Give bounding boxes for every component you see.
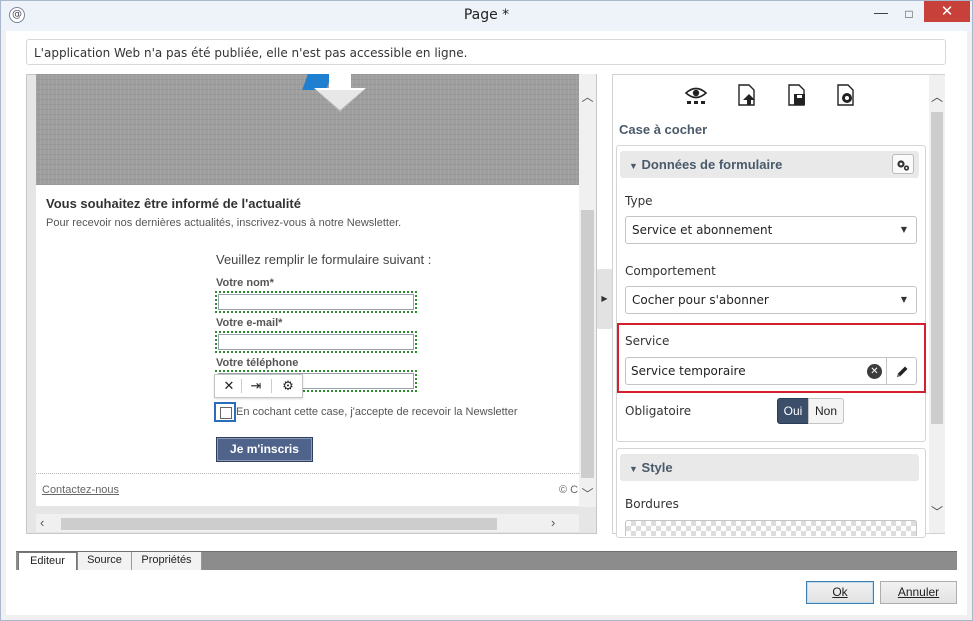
phone-label: Votre téléphone — [216, 357, 299, 369]
type-label: Type — [625, 194, 653, 208]
behavior-select[interactable]: Cocher pour s'abonner ▼ — [625, 286, 917, 314]
type-select[interactable]: Service et abonnement ▼ — [625, 216, 917, 244]
maximize-button[interactable]: □ — [896, 4, 922, 24]
footer-divider — [36, 473, 579, 474]
element-toolbar: ✕ ⇥ ⚙ — [214, 374, 303, 398]
mandatory-yes-toggle[interactable]: Oui — [777, 398, 809, 424]
tab-editor[interactable]: Editeur — [18, 552, 77, 570]
copyright-text: © C — [559, 484, 579, 496]
style-heading: Style — [641, 460, 673, 475]
email-label: Votre e-mail* — [216, 317, 283, 329]
toolbar-separator — [241, 379, 242, 393]
upload-page-icon[interactable] — [735, 83, 759, 107]
borders-color-field[interactable] — [625, 520, 917, 536]
form-data-section-header[interactable]: ▼ Données de formulaire — [620, 151, 919, 178]
name-input[interactable] — [215, 291, 417, 313]
form-title: Veuillez remplir le formulaire suivant : — [216, 252, 432, 267]
behavior-label: Comportement — [625, 264, 716, 278]
toolbar-separator — [271, 379, 272, 393]
scroll-down-icon[interactable]: ﹀ — [929, 503, 945, 520]
tab-source[interactable]: Source — [78, 552, 132, 570]
type-select-value: Service et abonnement — [632, 223, 773, 237]
publish-notice: L'application Web n'a pas été publiée, e… — [26, 39, 946, 65]
settings-gear-icon[interactable]: ⚙ — [277, 377, 299, 395]
window-title: Page * — [463, 7, 510, 23]
subscribe-button[interactable]: Je m'inscris — [216, 437, 313, 462]
triangle-down-icon: ▼ — [629, 161, 638, 171]
delete-icon[interactable]: ✕ — [218, 377, 240, 395]
download-arrow-icon — [314, 74, 366, 112]
minimize-button[interactable]: — — [868, 4, 894, 24]
service-label: Service — [625, 334, 670, 348]
mandatory-label: Obligatoire — [625, 404, 692, 418]
style-section-header[interactable]: ▼ Style — [620, 454, 919, 481]
form-data-heading: Données de formulaire — [641, 157, 783, 172]
close-button[interactable]: ✕ — [924, 1, 970, 22]
section-settings-button[interactable] — [892, 154, 914, 174]
page-settings-icon[interactable] — [834, 83, 858, 107]
move-element-icon[interactable]: ⇥ — [245, 377, 267, 395]
behavior-select-value: Cocher pour s'abonner — [632, 293, 769, 307]
triangle-down-icon: ▼ — [629, 464, 638, 474]
edit-service-button[interactable] — [886, 358, 917, 384]
chevron-down-icon: ▼ — [900, 295, 907, 304]
ok-button[interactable]: Ok — [806, 581, 874, 604]
scroll-up-icon[interactable]: ︿ — [929, 88, 945, 105]
save-page-icon[interactable] — [785, 83, 809, 107]
pencil-icon — [897, 366, 908, 377]
mandatory-no-toggle[interactable]: Non — [808, 398, 844, 424]
scroll-thumb[interactable] — [931, 112, 943, 424]
email-input[interactable] — [215, 331, 417, 353]
cancel-button[interactable]: Annuler — [880, 581, 957, 604]
scroll-up-icon[interactable]: ︿ — [579, 88, 596, 105]
scroll-left-icon[interactable]: ‹ — [40, 515, 44, 530]
gear-icon — [897, 160, 910, 171]
scroll-down-icon[interactable]: ﹀ — [579, 485, 596, 502]
service-value: Service temporaire — [631, 364, 746, 378]
name-label: Votre nom* — [216, 277, 274, 289]
chevron-down-icon: ▼ — [900, 225, 907, 234]
borders-label: Bordures — [625, 497, 679, 511]
properties-title: Case à cocher — [619, 122, 708, 137]
tab-properties[interactable]: Propriétés — [132, 552, 202, 570]
checkbox-label: En cochant cette case, j'accepte de rece… — [236, 406, 518, 418]
eye-icon[interactable] — [684, 83, 708, 107]
chevron-right-icon[interactable]: ▶ — [599, 294, 610, 303]
banner-image — [36, 74, 579, 185]
scroll-right-icon[interactable]: › — [551, 515, 555, 530]
scroll-thumb[interactable] — [61, 518, 497, 530]
newsletter-title: Vous souhaitez être informé de l'actuali… — [46, 196, 301, 211]
newsletter-subtitle: Pour recevoir nos dernières actualités, … — [46, 217, 402, 229]
newsletter-checkbox[interactable] — [214, 402, 236, 422]
scroll-thumb[interactable] — [581, 210, 594, 478]
contact-link[interactable]: Contactez-nous — [42, 484, 119, 496]
clear-icon[interactable]: ✕ — [867, 364, 882, 379]
